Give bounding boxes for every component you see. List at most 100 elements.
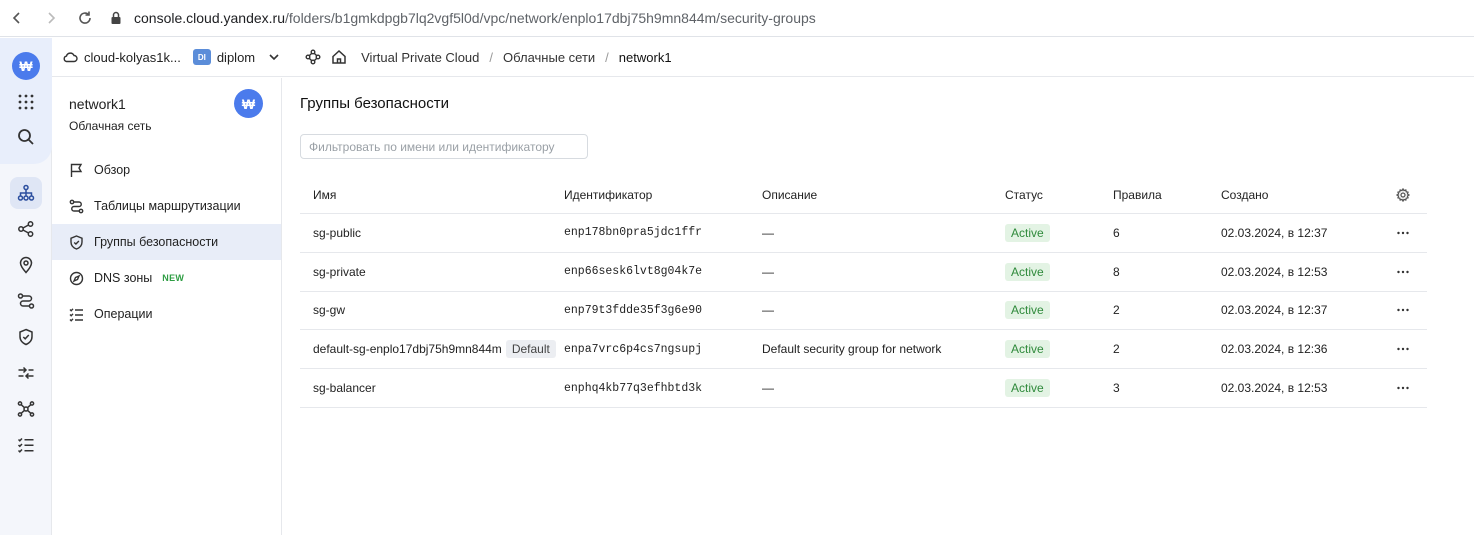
crumb-networks[interactable]: Облачные сети	[503, 50, 595, 65]
home-icon[interactable]	[331, 49, 347, 65]
column-header-id[interactable]: Идентификатор	[564, 188, 762, 202]
graph-service-button[interactable]	[10, 393, 42, 425]
nodes-graph-icon	[17, 401, 35, 417]
new-badge: NEW	[162, 273, 185, 283]
table-row[interactable]: sg-gw enp79t3fdde35f3g6e90 — Active 2 02…	[300, 292, 1427, 331]
row-actions-button[interactable]	[1379, 265, 1427, 279]
folder-selector[interactable]: diplom	[217, 50, 255, 65]
table-settings-button[interactable]	[1379, 187, 1427, 202]
status-badge: Active	[1005, 262, 1050, 281]
cloud-selector[interactable]: cloud-kolyas1k...	[62, 49, 181, 65]
vpc-service-button[interactable]	[10, 177, 42, 209]
crumb-separator: /	[489, 49, 494, 65]
network-title: network1	[69, 96, 126, 112]
sg-description: —	[762, 381, 774, 396]
table-row[interactable]: sg-private enp66sesk6lvt8g04k7e — Active…	[300, 253, 1427, 292]
crumb-separator: /	[605, 49, 609, 65]
share-nodes-icon	[18, 221, 34, 237]
cloud-icon	[63, 52, 78, 63]
more-horizontal-icon	[1397, 348, 1409, 351]
row-actions-button[interactable]	[1379, 342, 1427, 356]
share-service-button[interactable]	[10, 213, 42, 245]
main-content: Группы безопасности Имя Идентификатор Оп…	[282, 78, 1474, 535]
chevron-left-icon	[12, 12, 20, 24]
table-row[interactable]: sg-balancer enphq4kb77q3efhbtd3k — Activ…	[300, 369, 1427, 408]
sg-rules-count: 2	[1113, 303, 1120, 318]
sidebar-item-security-groups[interactable]: Группы безопасности	[52, 224, 281, 260]
sg-created: 02.03.2024, в 12:36	[1221, 342, 1328, 357]
sg-created: 02.03.2024, в 12:37	[1221, 225, 1328, 240]
reload-icon	[79, 11, 91, 24]
more-horizontal-icon	[1397, 231, 1409, 235]
sidebar-item-operations[interactable]: Операции	[52, 296, 281, 332]
column-header-created[interactable]: Создано	[1221, 188, 1379, 202]
search-icon	[18, 129, 34, 145]
sg-name-cell[interactable]: default-sg-enplo17dbj75h9mn844m Default	[300, 340, 564, 359]
flag-icon	[70, 163, 83, 177]
security-service-button[interactable]	[10, 321, 42, 353]
security-groups-table: Имя Идентификатор Описание Статус Правил…	[300, 176, 1427, 408]
column-header-description[interactable]: Описание	[762, 188, 1005, 202]
routes-service-button[interactable]	[10, 285, 42, 317]
sidebar-item-route-tables[interactable]: Таблицы маршрутизации	[52, 188, 281, 224]
location-service-button[interactable]	[10, 249, 42, 281]
column-header-status[interactable]: Статус	[1005, 188, 1113, 202]
status-badge: Active	[1005, 379, 1050, 398]
services-icon[interactable]	[305, 49, 321, 65]
table-row[interactable]: default-sg-enplo17dbj75h9mn844m Default e…	[300, 330, 1427, 370]
sidebar-item-overview[interactable]: Обзор	[52, 152, 281, 188]
page-title: Группы безопасности	[300, 95, 449, 112]
network-subtitle: Облачная сеть	[69, 119, 152, 133]
account-avatar[interactable]: ₩	[12, 52, 40, 80]
breadcrumb-bar: cloud-kolyas1k... DI diplom Virtual Priv…	[52, 38, 1474, 77]
network-sidebar: network1 Облачная сеть ₩ Обзор Таблицы м…	[52, 78, 282, 535]
apps-grid-button[interactable]	[10, 86, 42, 118]
sg-name[interactable]: sg-gw	[300, 303, 564, 317]
grid-icon	[18, 94, 34, 110]
table-header: Имя Идентификатор Описание Статус Правил…	[300, 176, 1427, 214]
sg-description: Default security group for network	[762, 342, 942, 357]
search-button[interactable]	[10, 121, 42, 153]
cloud-name: cloud-kolyas1k...	[84, 49, 181, 65]
sidebar-item-label: Группы безопасности	[94, 235, 219, 249]
shield-icon	[70, 234, 83, 250]
sg-name[interactable]: sg-balancer	[300, 381, 564, 395]
row-actions-button[interactable]	[1379, 226, 1427, 240]
sg-id: enp79t3fdde35f3g6e90	[564, 303, 703, 317]
route-icon	[17, 293, 35, 309]
crumb-network1: network1	[618, 49, 672, 65]
chevron-down-icon[interactable]	[267, 50, 281, 64]
address-bar[interactable]: console.cloud.yandex.ru/folders/b1gmkdpg…	[108, 10, 816, 26]
table-row[interactable]: sg-public enp178bn0pra5jdc1ffr — Active …	[300, 214, 1427, 253]
transfer-service-button[interactable]	[10, 357, 42, 389]
filter-input[interactable]	[300, 134, 588, 159]
operations-service-button[interactable]	[10, 429, 42, 461]
sg-rules-count: 8	[1113, 264, 1120, 279]
sg-name[interactable]: sg-private	[300, 265, 564, 279]
crumb-vpc[interactable]: Virtual Private Cloud	[361, 50, 479, 65]
column-header-rules[interactable]: Правила	[1113, 188, 1221, 202]
row-actions-button[interactable]	[1379, 303, 1427, 317]
sg-name[interactable]: sg-public	[300, 226, 564, 240]
network-avatar: ₩	[234, 89, 263, 118]
sidebar-item-label: Обзор	[94, 163, 131, 177]
status-badge: Active	[1005, 340, 1050, 359]
sidebar-item-label: DNS зоны	[94, 271, 153, 285]
map-pin-icon	[19, 256, 33, 274]
checklist-icon	[69, 307, 83, 322]
row-actions-button[interactable]	[1379, 381, 1427, 395]
reload-button[interactable]	[68, 1, 102, 35]
forward-button[interactable]	[34, 1, 68, 35]
lock-icon	[111, 11, 121, 24]
back-button[interactable]	[0, 1, 34, 35]
sidebar-item-dns-zones[interactable]: DNS зоны NEW	[52, 260, 281, 296]
sg-name[interactable]: default-sg-enplo17dbj75h9mn844m	[313, 342, 502, 356]
services-rail: ₩	[0, 38, 52, 535]
status-badge: Active	[1005, 223, 1050, 242]
sg-id: enphq4kb77q3efhbtd3k	[564, 381, 703, 395]
sg-id: enpa7vrc6p4cs7ngsupj	[564, 342, 703, 356]
column-header-name[interactable]: Имя	[300, 188, 564, 202]
more-horizontal-icon	[1397, 386, 1409, 390]
network-topology-icon	[17, 184, 35, 201]
sg-description: —	[762, 264, 774, 279]
